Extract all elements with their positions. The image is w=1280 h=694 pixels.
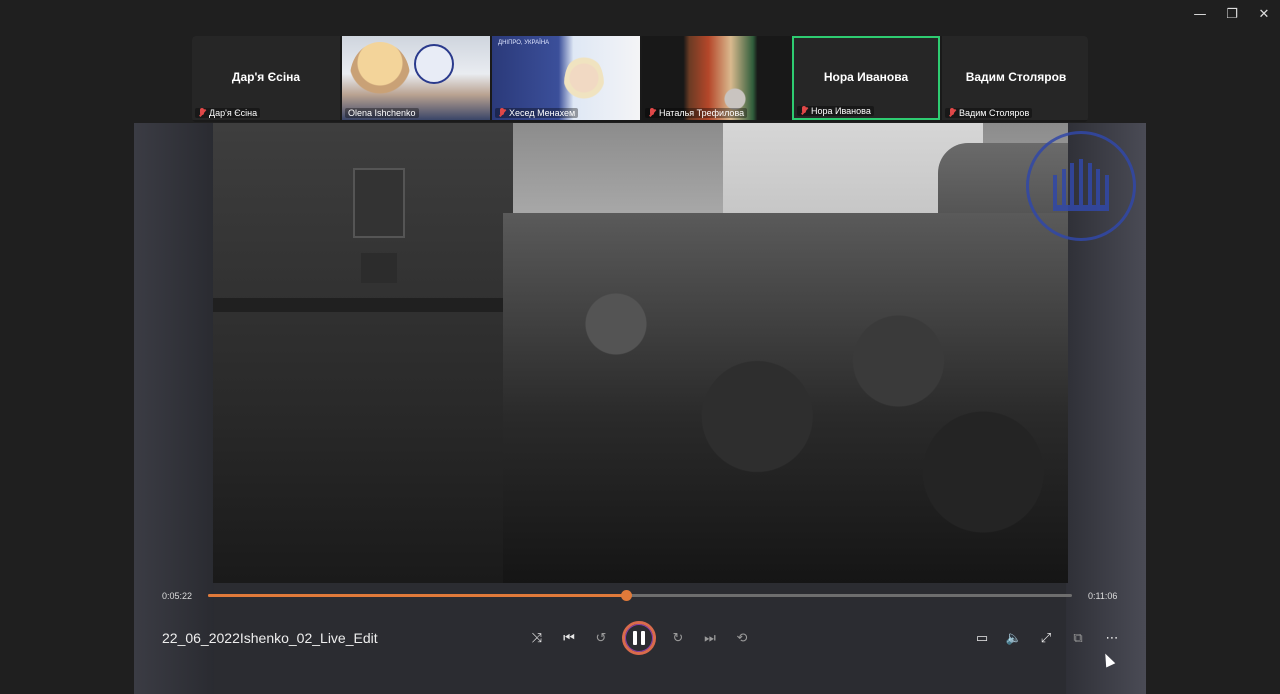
previous-icon[interactable]: ⏮: [557, 626, 581, 650]
minimize-button[interactable]: —: [1184, 0, 1216, 28]
organization-logo: [414, 44, 454, 84]
participant-tile[interactable]: Наталья Трефилова: [642, 36, 790, 120]
miniplayer-icon[interactable]: ▭: [970, 626, 994, 650]
participant-name-label: Olena Ishchenko: [345, 108, 419, 118]
volume-icon[interactable]: 🔈: [1002, 626, 1026, 650]
video-crowd: [503, 213, 1068, 583]
train-rail: [213, 298, 513, 312]
repeat-off-icon[interactable]: ⟲: [730, 626, 754, 650]
fullscreen-icon[interactable]: ⤢: [1034, 626, 1058, 650]
participant-name-label: Хесед Менахем: [495, 108, 579, 118]
participant-name: Нора Иванова: [811, 106, 871, 116]
cast-icon[interactable]: ⧉: [1066, 626, 1090, 650]
train-plate: [353, 168, 405, 238]
video-train-car: [213, 123, 513, 583]
participant-name-label: Вадим Столяров: [945, 108, 1033, 118]
forward-30-icon[interactable]: ↻: [666, 626, 690, 650]
player-backdrop-left: [134, 123, 214, 694]
participant-name-label: Нора Иванова: [797, 106, 874, 116]
pause-button[interactable]: [622, 621, 656, 655]
participant-tile-active-speaker[interactable]: Нора Иванова Нора Иванова: [792, 36, 940, 120]
shared-screen-media-player: 0:05:22 0:11:06 22_06_2022Ishenko_02_Liv…: [134, 123, 1146, 694]
participant-video: [564, 54, 604, 114]
mic-muted-icon: [948, 108, 956, 118]
seek-bar-progress: [208, 594, 626, 597]
more-icon[interactable]: ⋯: [1100, 626, 1124, 650]
close-button[interactable]: ✕: [1248, 0, 1280, 28]
train-plate-small: [361, 253, 397, 283]
participant-name: Наталья Трефилова: [659, 108, 745, 118]
window-controls: — ❐ ✕: [1184, 0, 1280, 28]
shuffle-icon[interactable]: ⤨: [525, 626, 549, 650]
restore-button[interactable]: ❐: [1216, 0, 1248, 28]
seek-bar[interactable]: [208, 590, 1072, 601]
rewind-10-icon[interactable]: ↺: [589, 626, 613, 650]
participant-name: Olena Ishchenko: [348, 108, 416, 118]
participant-tile[interactable]: Olena Ishchenko: [342, 36, 490, 120]
participant-name: Дар'я Єсіна: [209, 108, 258, 118]
participant-name: Хесед Менахем: [509, 108, 576, 118]
seek-bar-thumb[interactable]: [620, 590, 632, 601]
mic-muted-icon: [800, 106, 808, 116]
participant-name: Вадим Столяров: [959, 108, 1030, 118]
next-icon[interactable]: ⏭: [698, 626, 722, 650]
participant-tile[interactable]: ДНІПРО, УКРАЇНА Хесед Менахем: [492, 36, 640, 120]
pause-icon: [631, 631, 647, 645]
participant-strip: Дар'я Єсіна Дар'я Єсіна Olena Ishchenko …: [192, 36, 1088, 122]
total-time: 0:11:06: [1088, 591, 1118, 601]
media-title: 22_06_2022Ishenko_02_Live_Edit: [162, 630, 378, 646]
menorah-icon: [1053, 159, 1109, 211]
mic-muted-icon: [498, 108, 506, 118]
current-time: 0:05:22: [162, 591, 193, 601]
participant-name-label: Дар'я Єсіна: [195, 108, 261, 118]
participant-tile[interactable]: Вадим Столяров Вадим Столяров: [942, 36, 1088, 120]
participant-name-label: Наталья Трефилова: [645, 108, 748, 118]
mic-muted-icon: [198, 108, 206, 118]
mic-muted-icon: [648, 108, 656, 118]
participant-video: [350, 42, 410, 112]
watermark-logo: [1026, 131, 1136, 241]
video-frame[interactable]: [213, 123, 1068, 583]
participant-display-name: Дар'я Єсіна: [231, 70, 301, 84]
participant-tile[interactable]: Дар'я Єсіна Дар'я Єсіна: [192, 36, 340, 120]
participant-display-name: Нора Иванова: [823, 70, 909, 84]
participant-display-name: Вадим Столяров: [965, 70, 1067, 84]
background-text: ДНІПРО, УКРАЇНА: [498, 40, 550, 46]
